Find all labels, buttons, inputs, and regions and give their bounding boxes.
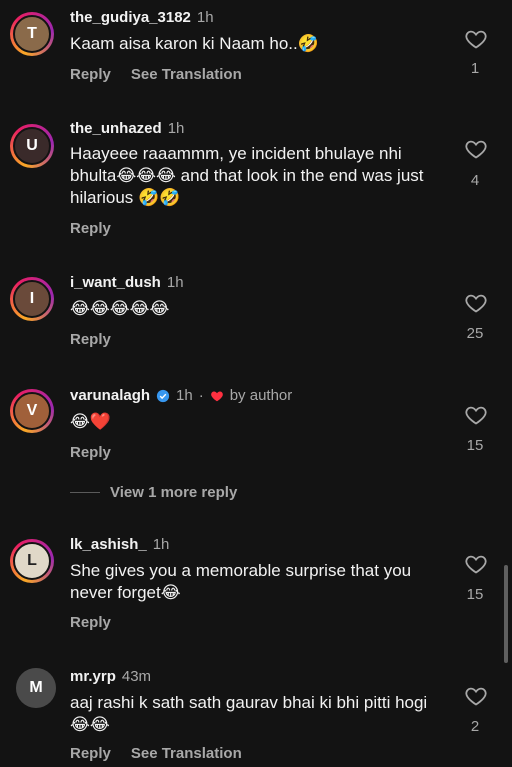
- comment-actions: Reply See Translation: [70, 66, 242, 83]
- comment-actions: Reply: [70, 614, 111, 631]
- like-button[interactable]: [462, 137, 490, 161]
- username[interactable]: i_want_dush: [70, 274, 161, 291]
- username[interactable]: varunalagh: [70, 387, 150, 404]
- timestamp: 1h: [196, 9, 214, 26]
- comment-text: 😂😂😂😂😂: [70, 299, 170, 318]
- avatar[interactable]: T: [10, 12, 54, 56]
- verified-badge-icon: [156, 389, 170, 402]
- liked-by-author: by author: [229, 387, 293, 404]
- timestamp: 1h: [152, 536, 170, 553]
- like-count: 1: [470, 60, 480, 77]
- divider-line: [70, 492, 100, 493]
- reply-button[interactable]: Reply: [70, 331, 111, 348]
- comment-actions: Reply: [70, 444, 111, 461]
- comment-meta: mr.yrp 43m: [70, 668, 151, 685]
- reply-button[interactable]: Reply: [70, 745, 111, 762]
- comment-text: 😂❤️: [70, 412, 112, 431]
- view-more-replies-button[interactable]: View 1 more reply: [70, 484, 237, 501]
- heart-outline-icon: [465, 294, 487, 313]
- avatar[interactable]: U: [10, 124, 54, 168]
- comment-actions: Reply: [70, 220, 111, 237]
- see-translation-button[interactable]: See Translation: [131, 745, 242, 762]
- avatar-image: V: [13, 392, 51, 430]
- heart-outline-icon: [465, 140, 487, 159]
- comment-meta: lk_ashish_ 1h: [70, 536, 169, 553]
- comment-meta: i_want_dush 1h: [70, 274, 184, 291]
- avatar[interactable]: M: [16, 668, 56, 708]
- username[interactable]: the_unhazed: [70, 120, 162, 137]
- username[interactable]: mr.yrp: [70, 668, 116, 685]
- reply-button[interactable]: Reply: [70, 220, 111, 237]
- avatar[interactable]: V: [10, 389, 54, 433]
- reply-button[interactable]: Reply: [70, 66, 111, 83]
- comment-actions: Reply See Translation: [70, 745, 242, 762]
- reply-button[interactable]: Reply: [70, 444, 111, 461]
- like-button[interactable]: [462, 403, 490, 427]
- comment-text: She gives you a memorable surprise that …: [70, 561, 412, 602]
- like-button[interactable]: [462, 552, 490, 576]
- see-translation-button[interactable]: See Translation: [131, 66, 242, 83]
- timestamp: 1h: [166, 274, 184, 291]
- comment-text: Kaam aisa karon ki Naam ho..🤣: [70, 34, 319, 53]
- heart-outline-icon: [465, 406, 487, 425]
- scrollbar[interactable]: [504, 565, 508, 663]
- like-button[interactable]: [462, 291, 490, 315]
- heart-outline-icon: [465, 687, 487, 706]
- timestamp: 1h: [176, 387, 193, 404]
- avatar-image: M: [16, 668, 56, 708]
- comment-text: aaj rashi k sath sath gaurav bhai ki bhi…: [70, 693, 428, 734]
- heart-outline-icon: [465, 555, 487, 574]
- username[interactable]: the_gudiya_3182: [70, 9, 191, 26]
- comment-actions: Reply: [70, 331, 111, 348]
- red-heart-icon: [210, 391, 223, 401]
- separator-dot: ·: [198, 387, 204, 404]
- reply-button[interactable]: Reply: [70, 614, 111, 631]
- like-button[interactable]: [462, 27, 490, 51]
- like-count: 2: [470, 718, 480, 735]
- avatar-image: T: [13, 15, 51, 53]
- comment-meta: the_gudiya_3182 1h: [70, 9, 214, 26]
- avatar-image: I: [13, 280, 51, 318]
- heart-outline-icon: [465, 30, 487, 49]
- timestamp: 43m: [121, 668, 152, 685]
- comment-meta: varunalagh 1h · by author: [70, 387, 292, 404]
- username[interactable]: lk_ashish_: [70, 536, 147, 553]
- timestamp: 1h: [167, 120, 185, 137]
- avatar[interactable]: L: [10, 539, 54, 583]
- like-count: 15: [466, 437, 484, 454]
- like-count: 25: [466, 325, 484, 342]
- avatar[interactable]: I: [10, 277, 54, 321]
- like-button[interactable]: [462, 684, 490, 708]
- avatar-image: U: [13, 127, 51, 165]
- comment-meta: the_unhazed 1h: [70, 120, 184, 137]
- like-count: 4: [470, 172, 480, 189]
- like-count: 15: [466, 586, 484, 603]
- avatar-image: L: [13, 542, 51, 580]
- comment-text: Haayeee raaammm, ye incident bhulaye nhi…: [70, 144, 424, 207]
- view-more-replies-label: View 1 more reply: [110, 484, 238, 501]
